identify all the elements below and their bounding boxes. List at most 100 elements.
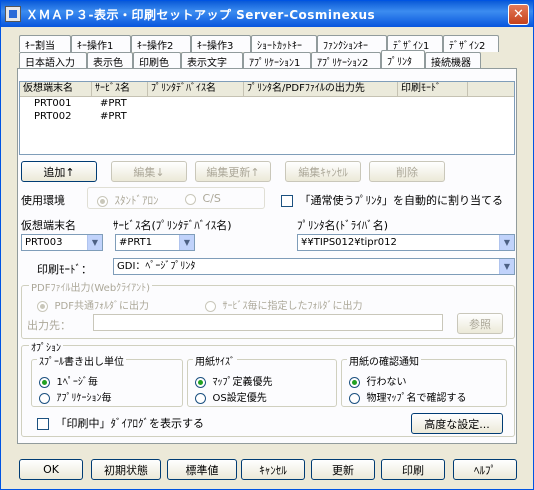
pdf-per-service-radio[interactable]: ｻｰﾋﾞｽ毎に指定したﾌｫﾙﾀﾞに出力	[205, 297, 363, 312]
print-button[interactable]: 印刷	[381, 459, 445, 480]
title-bar: ＸＭＡＰ３-表示・印刷セットアップ Server-Cosminexus ✕	[1, 1, 533, 27]
env-label: 使用環境	[21, 194, 65, 207]
list-item[interactable]: PRT001 #PRT	[20, 97, 514, 110]
tab-display-char[interactable]: 表示文字	[181, 52, 243, 69]
radio-icon	[39, 392, 50, 404]
print-mode-select[interactable]: GDI：ﾍﾟｰｼﾞﾌﾟﾘﾝﾀ ▼	[113, 258, 515, 275]
radio-icon	[37, 300, 48, 312]
printer-label: ﾌﾟﾘﾝﾀ名(ﾄﾞﾗｲﾊﾞ名)	[297, 219, 389, 232]
tab-design2[interactable]: ﾃﾞｻﾞｲﾝ2	[443, 35, 499, 52]
show-dialog-label: 「印刷中」ﾀﾞｲｱﾛｸﾞを表示する	[55, 417, 205, 430]
default-button[interactable]: 標準値	[167, 459, 237, 480]
printer-value: ¥¥TIPS012¥tipr012	[301, 237, 397, 248]
env-cs-label: C/S	[202, 192, 221, 205]
printer-list[interactable]: 仮想端末名 ｻｰﾋﾞｽ名 ﾌﾟﾘﾝﾀﾃﾞﾊﾞｲｽ名 ﾌﾟﾘﾝﾀ名/PDFﾌｧｲﾙ…	[19, 81, 515, 155]
tab-key-assign[interactable]: ｷｰ割当	[19, 35, 71, 52]
delete-button[interactable]: 削除	[369, 161, 445, 182]
print-mode-value: GDI：ﾍﾟｰｼﾞﾌﾟﾘﾝﾀ	[117, 261, 196, 272]
env-cs-radio[interactable]: C/S	[185, 192, 221, 205]
size-map-radio[interactable]: ﾏｯﾌﾟ定義優先	[195, 373, 273, 388]
list-item[interactable]: PRT002 #PRT	[20, 110, 514, 123]
confirm-map-radio[interactable]: 物理ﾏｯﾌﾟ名で確認する	[349, 389, 467, 404]
col-device[interactable]: ﾌﾟﾘﾝﾀﾃﾞﾊﾞｲｽ名	[148, 82, 244, 96]
pdf-dest-label: 出力先：	[27, 319, 71, 332]
tab-japanese-input[interactable]: 日本語入力	[19, 52, 87, 69]
radio-icon	[195, 376, 206, 388]
spool-page-label: 1ﾍﾟｰｼﾞ毎	[56, 377, 98, 388]
edit-cancel-button[interactable]: 編集ｷｬﾝｾﾙ	[285, 161, 361, 182]
close-button[interactable]: ✕	[508, 4, 529, 25]
service-label: ｻｰﾋﾞｽ名(ﾌﾟﾘﾝﾀﾃﾞﾊﾞｲｽ名)	[113, 219, 232, 232]
tab-key-op3[interactable]: ｷｰ操作3	[191, 35, 251, 52]
col-service[interactable]: ｻｰﾋﾞｽ名	[92, 82, 148, 96]
tab-key-op1[interactable]: ｷｰ操作1	[71, 35, 131, 52]
spool-page-radio[interactable]: 1ﾍﾟｰｼﾞ毎	[39, 373, 98, 388]
confirm-none-radio[interactable]: 行わない	[349, 373, 407, 388]
confirm-group-label: 用紙の確認通知	[347, 353, 421, 368]
row-terminal: PRT001	[34, 98, 72, 109]
chevron-down-icon: ▼	[499, 235, 514, 250]
spool-app-label: ｱﾌﾟﾘｹｰｼｮﾝ毎	[56, 393, 112, 404]
ok-button[interactable]: OK	[19, 459, 83, 480]
edit-update-button[interactable]: 編集更新↑	[195, 161, 271, 182]
pdf-common-label: PDF共通ﾌｫﾙﾀﾞに出力	[54, 301, 149, 312]
help-button[interactable]: ﾍﾙﾌﾟ	[453, 459, 517, 480]
advanced-settings-button[interactable]: 高度な設定...	[411, 413, 503, 434]
pdf-common-radio[interactable]: PDF共通ﾌｫﾙﾀﾞに出力	[37, 297, 149, 312]
chevron-down-icon: ▼	[499, 259, 514, 274]
paper-size-group-label: 用紙ｻｲｽﾞ	[193, 353, 237, 368]
print-mode-label: 印刷ﾓｰﾄﾞ：	[37, 263, 92, 276]
confirm-map-label: 物理ﾏｯﾌﾟ名で確認する	[366, 393, 467, 404]
tab-key-op2[interactable]: ｷｰ操作2	[131, 35, 191, 52]
service-select[interactable]: #PRT1 ▼	[115, 234, 195, 251]
pdf-group-label: PDFﾌｧｲﾙ出力(Webｸﾗｲｱﾝﾄ)	[29, 279, 153, 294]
browse-button[interactable]: 参照	[457, 313, 503, 334]
tab-application2[interactable]: ｱﾌﾟﾘｹｰｼｮﾝ2	[311, 52, 381, 69]
env-standalone-radio[interactable]: ｽﾀﾝﾄﾞｱﾛﾝ	[97, 192, 159, 208]
app-icon	[5, 6, 21, 22]
tab-connected-devices[interactable]: 接続機器	[425, 52, 481, 69]
pdf-dest-input[interactable]	[93, 314, 443, 331]
col-terminal[interactable]: 仮想端末名	[20, 82, 92, 96]
reset-button[interactable]: 初期状態	[91, 459, 161, 480]
options-group-label: ｵﾌﾟｼｮﾝ	[29, 339, 63, 354]
radio-icon	[97, 195, 108, 207]
tab-row-1: ｷｰ割当 ｷｰ操作1 ｷｰ操作2 ｷｰ操作3 ｼｮｰﾄｶｯﾄｷｰ ﾌｧﾝｸｼｮﾝ…	[19, 35, 499, 52]
checkbox-icon	[281, 195, 293, 207]
spool-group-label: ｽﾌﾟｰﾙ書き出し単位	[37, 353, 126, 368]
col-print-mode[interactable]: 印刷ﾓｰﾄﾞ	[398, 82, 468, 96]
row-terminal: PRT002	[34, 111, 72, 122]
tab-function-key[interactable]: ﾌｧﾝｸｼｮﾝｷｰ	[317, 35, 387, 52]
setup-window: ＸＭＡＰ３-表示・印刷セットアップ Server-Cosminexus ✕ ｷｰ…	[0, 0, 534, 490]
env-standalone-label: ｽﾀﾝﾄﾞｱﾛﾝ	[114, 194, 159, 207]
col-printer-output[interactable]: ﾌﾟﾘﾝﾀ名/PDFﾌｧｲﾙの出力先	[244, 82, 398, 96]
radio-icon	[195, 392, 206, 404]
terminal-select[interactable]: PRT003 ▼	[21, 234, 103, 251]
size-map-label: ﾏｯﾌﾟ定義優先	[212, 377, 273, 388]
tab-print-color[interactable]: 印刷色	[133, 52, 181, 69]
cancel-button[interactable]: ｷｬﾝｾﾙ	[241, 459, 305, 480]
auto-assign-checkbox[interactable]: 「通常使うﾌﾟﾘﾝﾀ」を自動的に割り当てる	[281, 192, 503, 208]
auto-assign-label: 「通常使うﾌﾟﾘﾝﾀ」を自動的に割り当てる	[299, 194, 504, 207]
radio-icon	[349, 392, 360, 404]
add-button[interactable]: 追加↑	[21, 161, 97, 182]
edit-button[interactable]: 編集↓	[111, 161, 187, 182]
chevron-down-icon: ▼	[87, 235, 102, 250]
tab-printer[interactable]: ﾌﾟﾘﾝﾀ	[381, 50, 425, 69]
tab-shortcut-key[interactable]: ｼｮｰﾄｶｯﾄｷｰ	[251, 35, 317, 52]
apply-button[interactable]: 更新	[311, 459, 375, 480]
tab-row-2: 日本語入力 表示色 印刷色 表示文字 ｱﾌﾟﾘｹｰｼｮﾝ1 ｱﾌﾟﾘｹｰｼｮﾝ2…	[19, 50, 481, 69]
row-service: #PRT	[100, 111, 127, 122]
terminal-label: 仮想端末名	[21, 219, 76, 232]
show-dialog-checkbox[interactable]: 「印刷中」ﾀﾞｲｱﾛｸﾞを表示する	[37, 415, 204, 431]
size-os-radio[interactable]: OS設定優先	[195, 389, 267, 404]
chevron-down-icon: ▼	[179, 235, 194, 250]
checkbox-icon	[37, 418, 49, 430]
tab-display-color[interactable]: 表示色	[87, 52, 133, 69]
window-title: ＸＭＡＰ３-表示・印刷セットアップ Server-Cosminexus	[26, 7, 376, 22]
printer-select[interactable]: ¥¥TIPS012¥tipr012 ▼	[297, 234, 515, 251]
spool-app-radio[interactable]: ｱﾌﾟﾘｹｰｼｮﾝ毎	[39, 389, 112, 404]
radio-icon	[185, 193, 196, 205]
tab-application1[interactable]: ｱﾌﾟﾘｹｰｼｮﾝ1	[243, 52, 311, 69]
size-os-label: OS設定優先	[212, 393, 267, 404]
